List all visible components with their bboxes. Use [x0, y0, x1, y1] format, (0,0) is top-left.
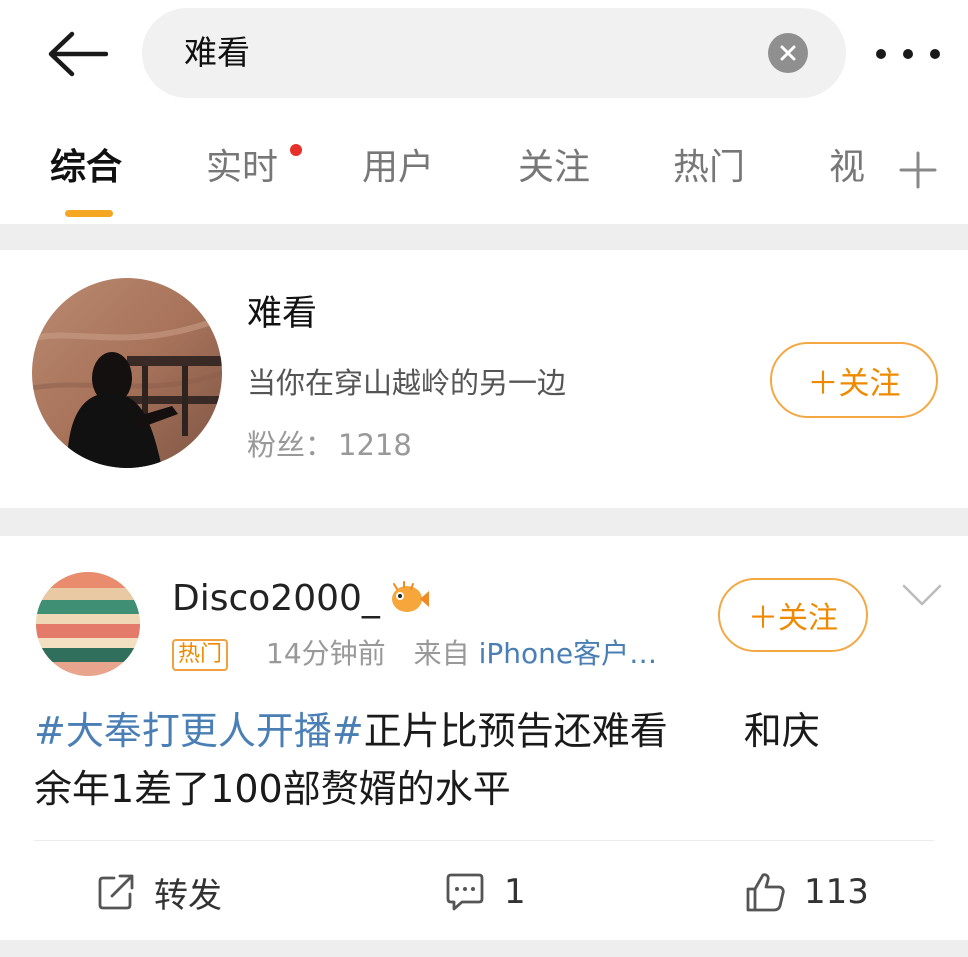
weibo-post[interactable]: Disco2000_ 热门 14分钟前 来自 iPhone客户… ＋关注 #大奉…	[0, 536, 968, 940]
avatar-photo-image	[32, 278, 222, 468]
post-time: 14分钟前	[266, 637, 386, 670]
tab-hot[interactable]: 热门	[673, 146, 745, 190]
search-tabs: 综合 实时 用户 关注 热门 视	[0, 130, 968, 220]
comment-icon	[446, 873, 484, 911]
post-text-part-1: 正片比预告还难看 和庆	[363, 709, 820, 753]
tab-comprehensive[interactable]: 综合	[50, 146, 122, 190]
chevron-down-icon[interactable]	[900, 580, 944, 610]
clear-search-button[interactable]	[768, 33, 808, 73]
post-line-1: #大奉打更人开播#正片比预告还难看 和庆	[34, 702, 914, 760]
search-header: 难看	[0, 0, 968, 110]
follow-user-button[interactable]: ＋关注	[770, 342, 938, 418]
fans-label: 粉丝：	[247, 428, 335, 462]
tab-video[interactable]: 视	[829, 146, 865, 190]
author-avatar[interactable]	[36, 572, 140, 676]
section-divider	[0, 508, 968, 536]
back-button[interactable]	[42, 24, 112, 84]
like-button[interactable]: 113	[744, 866, 869, 918]
post-content: #大奉打更人开播#正片比预告还难看 和庆 余年1差了100部赘婿的水平	[34, 702, 914, 818]
thumbs-up-icon	[746, 873, 785, 912]
hot-badge: 热门	[172, 639, 229, 671]
tab-realtime[interactable]: 实时	[206, 146, 278, 190]
more-dot-icon	[930, 49, 940, 59]
search-results-page: 难看 综合 实时 用户 关注 热门 视 难看 当你在穿山越岭的另一边 粉丝： 1…	[0, 0, 968, 957]
section-divider	[0, 224, 968, 250]
repost-label: 转发	[154, 875, 222, 916]
more-options-button[interactable]	[872, 36, 944, 72]
source-prefix: 来自	[413, 637, 470, 670]
post-action-divider	[34, 840, 934, 841]
more-dot-icon	[876, 49, 886, 59]
arrow-left-icon	[48, 31, 108, 77]
close-icon	[780, 45, 796, 61]
pufferfish-badge-icon	[392, 581, 429, 612]
fans-number: 1218	[338, 428, 412, 462]
tab-users[interactable]: 用户	[362, 146, 434, 190]
repost-button[interactable]: 转发	[96, 866, 222, 918]
user-description: 当你在穿山越岭的另一边	[247, 366, 567, 400]
follow-author-button[interactable]: ＋关注	[718, 578, 868, 652]
comment-button[interactable]: 1	[444, 866, 526, 918]
more-dot-icon	[903, 49, 913, 59]
striped-ball-avatar-image	[36, 572, 140, 676]
user-name[interactable]: 难看	[247, 292, 317, 336]
active-tab-indicator	[65, 210, 113, 217]
like-count: 113	[804, 872, 869, 912]
post-meta: 14分钟前 来自 iPhone客户…	[266, 634, 657, 674]
user-fans-count: 粉丝： 1218	[247, 426, 412, 464]
post-author-name[interactable]: Disco2000_	[172, 576, 380, 622]
add-tab-icon[interactable]	[898, 150, 938, 190]
post-source-link[interactable]: iPhone客户…	[479, 637, 658, 670]
section-divider	[0, 940, 968, 957]
comment-count: 1	[504, 872, 526, 912]
tab-following[interactable]: 关注	[518, 146, 590, 190]
search-query-text: 难看	[184, 33, 250, 72]
user-avatar[interactable]	[32, 278, 222, 468]
search-input[interactable]: 难看	[142, 8, 846, 98]
repost-share-icon	[98, 874, 134, 910]
hashtag-link[interactable]: #大奉打更人开播#	[34, 709, 364, 753]
user-result-card[interactable]: 难看 当你在穿山越岭的另一边 粉丝： 1218 ＋关注	[0, 250, 968, 508]
new-content-dot	[290, 144, 302, 156]
post-text-part-2: 余年1差了100部赘婿的水平	[34, 767, 511, 811]
